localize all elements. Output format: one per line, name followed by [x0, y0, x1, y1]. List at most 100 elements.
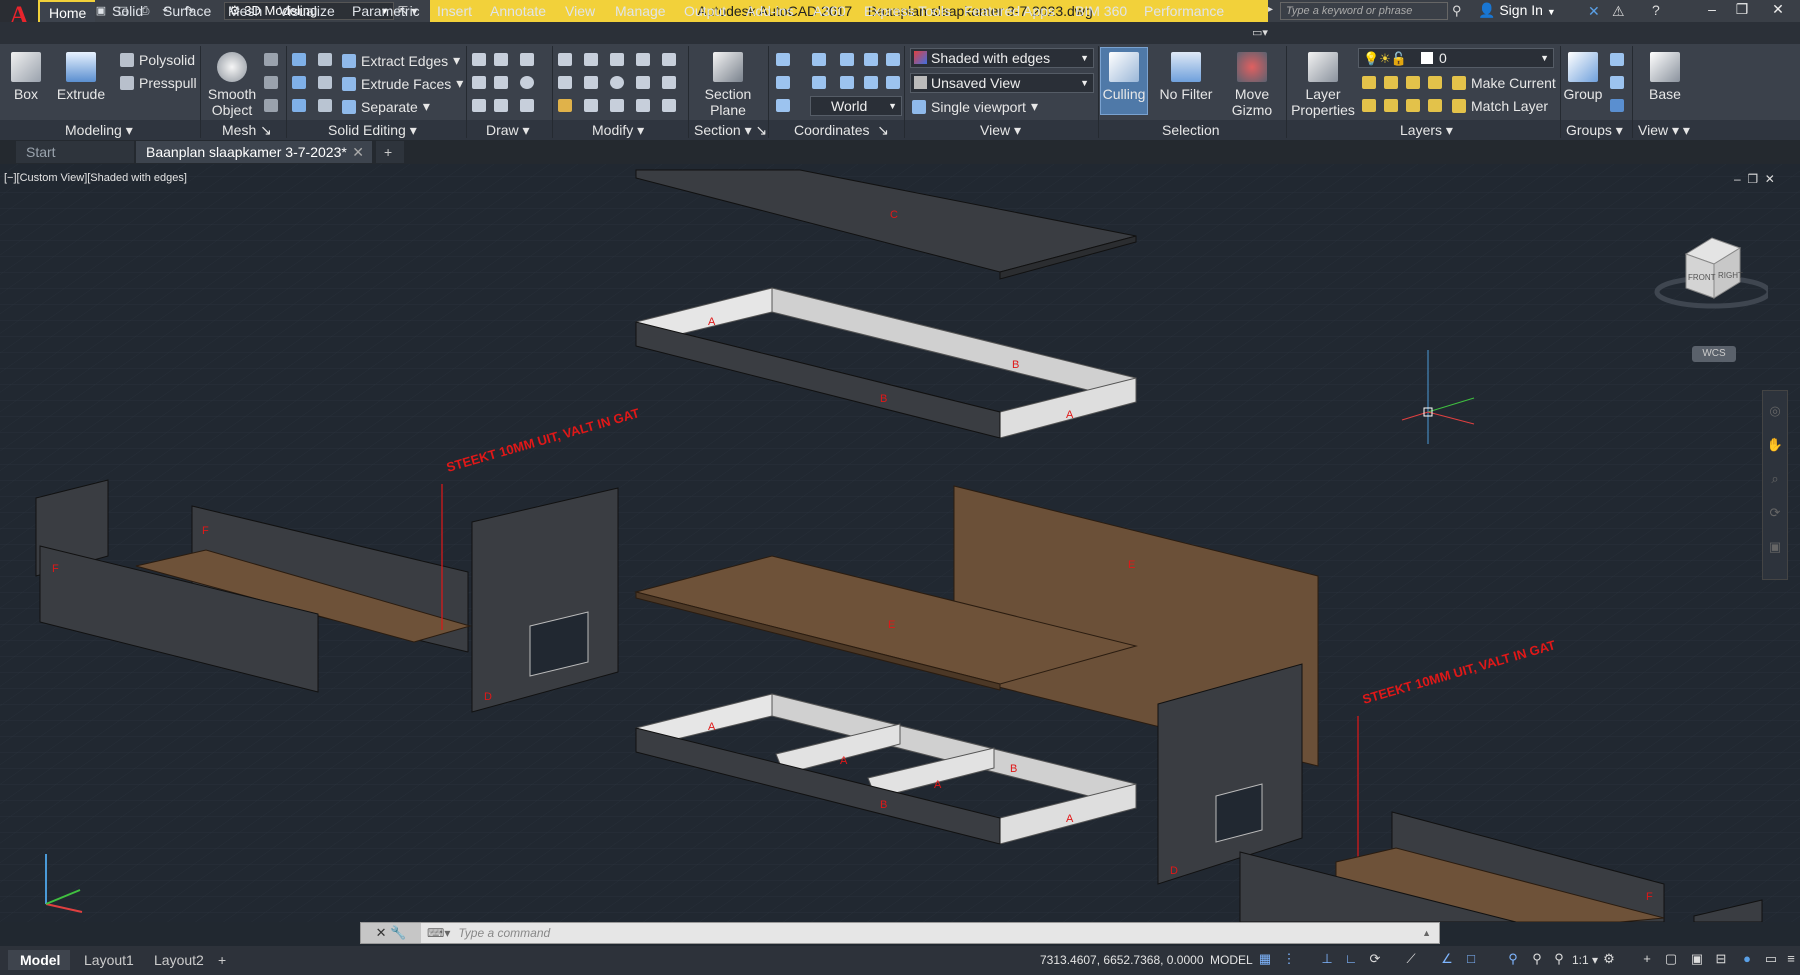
isodraft-icon[interactable]: ⟋ [1404, 952, 1418, 966]
array-icon[interactable] [662, 99, 676, 112]
annotation-scale-icon[interactable]: ⚲ [1552, 952, 1566, 966]
annotation-visibility-icon[interactable]: ⚲ [1506, 952, 1520, 966]
layer-tool-icon[interactable] [1406, 76, 1420, 89]
rectangle-icon[interactable] [494, 99, 508, 112]
drawing-viewport[interactable]: C A B B A E E A A A B B A D F F D STEEKT… [0, 164, 1800, 922]
ellipse-icon[interactable] [520, 99, 534, 112]
layer-tool-icon[interactable] [1362, 99, 1376, 112]
tab-parametric[interactable]: Parametric [352, 3, 420, 19]
extrude-button[interactable]: Extrude [56, 52, 106, 102]
match-layer-button[interactable]: Match Layer [1452, 98, 1548, 114]
make-current-button[interactable]: Make Current [1452, 75, 1556, 91]
modify-tool-icon[interactable] [636, 99, 650, 112]
modify-tool-icon[interactable] [584, 53, 598, 66]
extrude-faces-button[interactable]: Extrude Faces ▾ [342, 75, 463, 92]
modify-tool-icon[interactable] [636, 53, 650, 66]
polygon-icon[interactable] [472, 99, 486, 112]
spline-icon[interactable] [472, 76, 486, 89]
trim-icon[interactable] [662, 53, 676, 66]
tab-start[interactable]: Start [16, 141, 134, 163]
close-button[interactable]: ✕ [1766, 1, 1790, 21]
minimize-button[interactable]: – [1700, 1, 1724, 21]
help-icon[interactable]: ? [1652, 2, 1660, 18]
tab-a360[interactable]: A360 [813, 3, 846, 19]
grid-icon[interactable]: ▦ [1258, 952, 1272, 966]
modify-panel-label[interactable]: Modify ▾ [592, 122, 644, 139]
modify-tool-icon[interactable] [662, 76, 676, 89]
solid-editing-panel-label[interactable]: Solid Editing ▾ [328, 122, 417, 139]
ucs-icon[interactable] [864, 76, 878, 89]
orbit-icon[interactable]: ⟳ [1763, 505, 1787, 521]
customize-icon[interactable]: 🔧 [390, 925, 406, 940]
zoom-icon[interactable]: ⌕ [1763, 471, 1787, 487]
exchange-icon[interactable]: ✕ [1588, 3, 1600, 20]
section-plane-button[interactable]: Section Plane [698, 52, 758, 118]
tab-annotate[interactable]: Annotate [490, 3, 546, 19]
viewcube[interactable]: FRONT RIGHT [1648, 236, 1772, 319]
polyline-icon[interactable] [472, 53, 486, 66]
group-button[interactable]: Group [1562, 52, 1604, 102]
named-view-dropdown[interactable]: Unsaved View ▼ [910, 73, 1094, 93]
layer-dropdown[interactable]: 💡☀🔓 0 ▼ [1358, 48, 1554, 68]
tab-home[interactable]: Home [40, 0, 96, 22]
base-view-button[interactable]: Base [1640, 52, 1690, 102]
view2-panel-label[interactable]: View ▾ ▾ [1638, 122, 1690, 139]
visual-style-dropdown[interactable]: Shaded with edges ▼ [910, 48, 1094, 68]
tab-performance[interactable]: Performance [1144, 3, 1224, 19]
annotation-scale-dropdown[interactable]: 1:1 ▾ [1572, 953, 1598, 967]
layer-tool-icon[interactable] [1384, 76, 1398, 89]
group-tool-icon[interactable] [1610, 53, 1624, 66]
layer-tool-icon[interactable] [1428, 99, 1442, 112]
object-snap-icon[interactable]: □ [1464, 952, 1478, 966]
tab-view[interactable]: View [565, 3, 595, 19]
command-history-icon[interactable]: ▲ [1422, 928, 1431, 938]
modify-tool-icon[interactable] [610, 99, 624, 112]
layers-panel-label[interactable]: Layers ▾ [1400, 122, 1453, 139]
section-panel-label[interactable]: Section ▾ ↘ [694, 122, 767, 139]
mesh-panel-label[interactable]: Mesh ↘ [222, 122, 272, 139]
layout-tab-model[interactable]: Model [8, 950, 70, 970]
culling-button[interactable]: Culling [1100, 47, 1148, 115]
sign-in-button[interactable]: 👤 Sign In ▼ [1478, 2, 1556, 19]
units-icon[interactable]: ▢ [1664, 952, 1678, 966]
modify-tool-icon[interactable] [584, 99, 598, 112]
command-line[interactable]: ✕ 🔧 ⌨▾ Type a command ▲ [360, 922, 1440, 944]
ucs-world-dropdown[interactable]: World ▼ [810, 96, 902, 116]
layer-tool-icon[interactable] [1362, 76, 1376, 89]
a360-icon[interactable]: ⚠ [1612, 3, 1625, 20]
modify-tool-icon[interactable] [636, 76, 650, 89]
workspace-switch-icon[interactable]: ⚙ [1602, 952, 1616, 966]
no-filter-button[interactable]: No Filter [1156, 52, 1216, 102]
ucs-icon[interactable] [776, 99, 790, 112]
move-icon[interactable] [610, 53, 624, 66]
modify-tool-icon[interactable] [558, 99, 572, 112]
ucs-icon[interactable] [776, 76, 790, 89]
tab-solid[interactable]: Solid [112, 3, 143, 19]
union-icon[interactable] [292, 53, 306, 66]
ribbon-toggle-icon[interactable]: ▭▾ [1252, 26, 1268, 39]
presspull-button[interactable]: Presspull [120, 75, 197, 91]
modeling-panel-label[interactable]: Modeling ▾ [65, 122, 133, 139]
wcs-menu[interactable]: WCS [1692, 346, 1736, 362]
layer-properties-button[interactable]: Layer Properties [1288, 52, 1358, 118]
tab-visualize[interactable]: Visualize [279, 3, 335, 19]
arc-icon[interactable] [520, 53, 534, 66]
group-tool-icon[interactable] [1610, 76, 1624, 89]
steering-wheel-icon[interactable]: ◎ [1763, 403, 1787, 419]
close-icon[interactable]: ✕ [376, 925, 387, 940]
annotation-monitor-icon[interactable]: + [1640, 952, 1654, 966]
layer-tool-icon[interactable] [1384, 99, 1398, 112]
layout-tab-layout2[interactable]: Layout2 [148, 950, 212, 970]
ucs-icon[interactable] [886, 53, 900, 66]
viewport-window-controls[interactable]: – ❐ ✕ [1734, 172, 1775, 186]
object-snap-tracking-icon[interactable]: ∠ [1440, 952, 1454, 966]
intersect-icon[interactable] [292, 99, 306, 112]
mesh-tool-icon[interactable] [264, 76, 278, 89]
slice-icon[interactable] [318, 53, 332, 66]
ucs-icon[interactable] [812, 76, 826, 89]
draw-panel-label[interactable]: Draw ▾ [486, 122, 530, 139]
tab-add-ins[interactable]: Add-ins [746, 3, 793, 19]
ucs-icon[interactable] [840, 76, 854, 89]
binoculars-icon[interactable]: ⚲ [1452, 3, 1462, 19]
extract-edges-button[interactable]: Extract Edges ▾ [342, 52, 460, 69]
